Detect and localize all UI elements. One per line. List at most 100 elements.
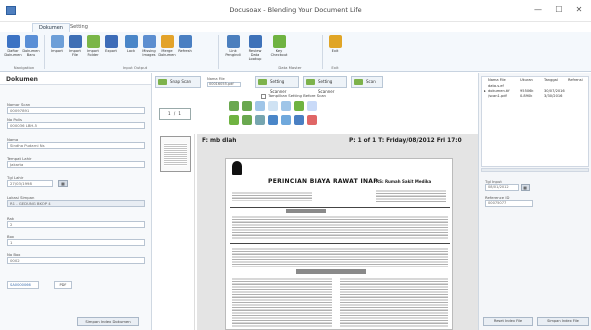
zoom-out-icon[interactable] xyxy=(242,115,252,125)
page-navigator[interactable]: 1 / 1 xyxy=(159,108,191,120)
dokumen-baru-icon xyxy=(24,35,38,48)
text-block xyxy=(340,277,448,327)
window-title: Docusoax - Blending Your Document Life xyxy=(229,6,362,14)
scanned-document: PERINCIAN BIAYA RAWAT INAP RS: Rumah Sak… xyxy=(225,158,453,330)
tempat-lahir-input[interactable]: Jakarta xyxy=(7,161,145,168)
tab-setting[interactable]: Setting xyxy=(64,23,94,32)
ribbon-button-lock[interactable]: Lock xyxy=(122,35,140,65)
rak-input[interactable]: 2 xyxy=(7,221,145,228)
ribbon-button-export[interactable]: Export xyxy=(102,35,120,65)
setting-scanner-button-2[interactable]: Setting Scanner xyxy=(303,76,347,94)
save-index-file-button[interactable]: Simpan Index File xyxy=(537,317,589,326)
viewer-filename: F: mb dlah xyxy=(202,138,237,144)
file-name-cell: /scan1.pdf xyxy=(488,94,507,98)
group-exit: Exit xyxy=(331,65,339,70)
rotate-left-icon[interactable] xyxy=(229,101,239,111)
ribbon-button-label: Lock xyxy=(126,49,136,53)
field-no-box: No Box 0002 xyxy=(7,252,145,264)
reset-index-button[interactable]: Reset Index File xyxy=(483,317,533,326)
ribbon-button-import-folder[interactable]: Import Folder xyxy=(84,35,102,65)
setting-scanner-button[interactable]: Setting Scanner xyxy=(255,76,299,94)
ribbon-button-label: Daftar Dokumen xyxy=(4,49,22,58)
ribbon-button-refresh[interactable]: Refresh xyxy=(176,35,194,65)
import-folder-icon xyxy=(86,35,100,48)
ribbon-button-key-checkout[interactable]: Key Checkout xyxy=(270,35,288,65)
column-header[interactable]: Ukuran xyxy=(520,78,533,83)
file-ext-badge[interactable]: PDF xyxy=(54,281,72,289)
divider xyxy=(230,243,450,244)
file-list[interactable]: Nama File Ukuran Tanggal Refrensi data.s… xyxy=(481,76,589,167)
document-viewer-panel: Snap Scan Nama File 00016055.pdf Setting… xyxy=(153,73,478,330)
column-header[interactable]: Refrensi xyxy=(568,78,583,83)
ribbon-button-exit[interactable]: Exit xyxy=(326,35,344,65)
column-header[interactable]: Nama File xyxy=(488,78,506,83)
minimize-button[interactable]: — xyxy=(531,4,545,16)
page-icon[interactable] xyxy=(281,101,291,111)
checkbox-box[interactable] xyxy=(261,93,266,99)
group-data-master: Data Master xyxy=(278,65,302,70)
maximize-button[interactable]: ☐ xyxy=(552,4,566,16)
save-icon[interactable] xyxy=(281,115,291,125)
section-header xyxy=(296,269,366,274)
text-block xyxy=(232,215,448,239)
zoom-in-icon[interactable] xyxy=(229,115,239,125)
print-icon[interactable] xyxy=(268,115,278,125)
ribbon-button-link-pengindi[interactable]: Link Pengindi xyxy=(224,35,242,65)
file-list-header: Nama File Ukuran Tanggal Refrensi xyxy=(482,78,588,83)
nama-input[interactable]: Sindha Pudarni Ns xyxy=(7,142,145,149)
list-item[interactable]: /scan1.pdf 0.890k 3/30/2016 xyxy=(482,94,588,99)
reference-id-input[interactable]: 00075077 xyxy=(485,200,533,207)
ribbon-button-missing-images[interactable]: Missing Images xyxy=(140,35,158,65)
fit-width-icon[interactable] xyxy=(268,101,278,111)
box-input[interactable]: 1 xyxy=(7,239,145,246)
calendar-icon[interactable]: ▦ xyxy=(520,184,530,191)
text-block xyxy=(232,191,312,201)
file-name-input[interactable]: 00016055.pdf xyxy=(207,82,241,87)
panel-title: Dokumen xyxy=(0,73,151,85)
horizontal-scrollbar[interactable] xyxy=(481,168,589,172)
ribbon-button-merge-dokumen[interactable]: Merge Dokumen xyxy=(158,35,176,65)
text-block xyxy=(232,247,448,267)
ribbon-button-label: Missing Images xyxy=(142,49,156,58)
snap-scan-button[interactable]: Snap Scan xyxy=(155,76,201,88)
column-header[interactable]: Tanggal xyxy=(544,78,558,83)
copy-icon[interactable] xyxy=(307,101,317,111)
calendar-icon[interactable]: ▦ xyxy=(58,180,68,187)
ribbon-button-dokumen-baru[interactable]: Dokumen Baru xyxy=(22,35,40,65)
tgl-lahir-input[interactable]: 27/03/1998 xyxy=(7,180,53,187)
ribbon-tabs: Dokumen Setting xyxy=(0,22,591,32)
ribbon-button-label: Key Checkout xyxy=(270,49,288,58)
show-setting-checkbox[interactable]: Tampilkan Setting Before Scan xyxy=(261,93,326,99)
delete-icon[interactable] xyxy=(307,115,317,125)
no-box-input[interactable]: 0002 xyxy=(7,257,145,264)
file-name-field: Nama File 00016055.pdf xyxy=(207,77,241,87)
page-thumbnail[interactable] xyxy=(160,136,191,172)
zoom-fit-icon[interactable] xyxy=(255,115,265,125)
group-input-output: Input Output xyxy=(122,65,148,70)
fit-page-icon[interactable] xyxy=(255,101,265,111)
thumbnail-strip xyxy=(158,134,195,330)
logo-stamp xyxy=(232,161,242,175)
import-icon xyxy=(50,35,64,48)
ribbon-button-label: Merge Dokumen xyxy=(158,49,176,58)
save-index-button[interactable]: Simpan Index Dokumen xyxy=(77,317,139,326)
export-image-icon[interactable] xyxy=(294,101,304,111)
ribbon-button-import-file[interactable]: Import File xyxy=(66,35,84,65)
ribbon-button-daftar-dokumen[interactable]: Daftar Dokumen xyxy=(4,35,22,65)
review-data-lookup-icon xyxy=(248,35,262,48)
lokasi-simpan-select[interactable]: R1 - GEDUNG BKOP 4 xyxy=(7,200,145,207)
file-badge[interactable]: SA0000066 xyxy=(7,281,39,289)
document-canvas[interactable]: F: mb dlah P: 1 of 1 T: Friday/08/2012 F… xyxy=(197,134,478,330)
no-polis-input[interactable]: 000036 LBH-5 xyxy=(7,122,145,129)
close-button[interactable]: ✕ xyxy=(572,4,586,16)
tgl-input-field[interactable]: 08/01/2012 xyxy=(485,184,519,191)
field-nama: Nama Sindha Pudarni Ns xyxy=(7,137,145,149)
field-box: Box 1 xyxy=(7,234,145,246)
ribbon-button-review-data-lookup[interactable]: Review Data Lookup xyxy=(246,35,264,65)
rotate-right-icon[interactable] xyxy=(242,101,252,111)
scan-button[interactable]: Scan xyxy=(351,76,383,88)
document-icon[interactable] xyxy=(294,115,304,125)
exit-icon xyxy=(328,35,342,48)
nomor-scan-input[interactable]: 00097891 xyxy=(7,107,145,114)
ribbon-button-import[interactable]: Import xyxy=(48,35,66,65)
